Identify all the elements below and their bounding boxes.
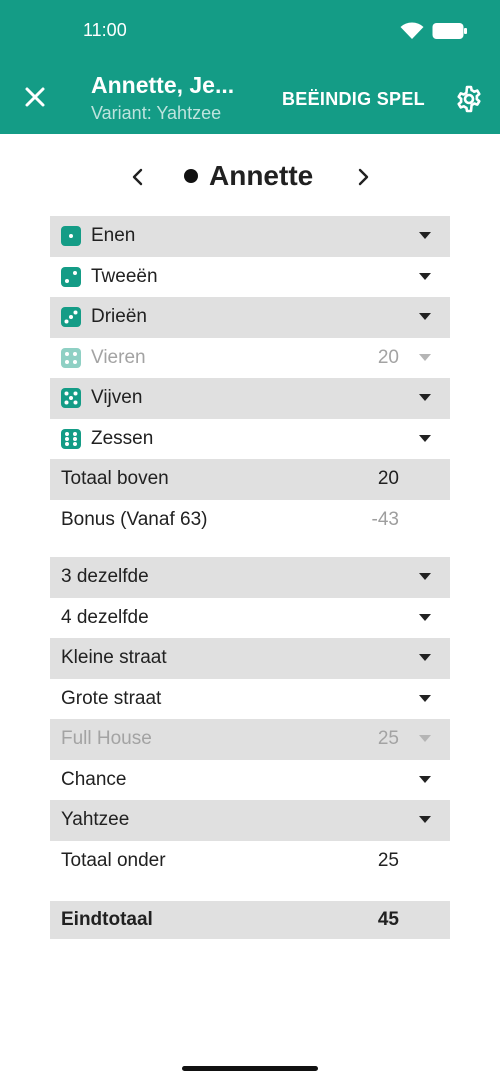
gear-icon[interactable] [455,85,483,113]
row-label: Zessen [91,427,154,449]
grand-total-row: Eindtotaal 45 [50,901,450,939]
dropdown-arrow-icon[interactable] [419,434,431,442]
score-row-chance[interactable]: Chance [50,760,450,801]
score-row-grote-straat[interactable]: Grote straat [50,679,450,720]
score-row-vijven[interactable]: Vijven [50,378,450,419]
score-row-vieren[interactable]: Vieren 20 [50,338,450,379]
score-row-tweeen[interactable]: Tweeën [50,257,450,298]
end-game-button[interactable]: BEËINDIG SPEL [282,89,425,110]
dice-three-icon [61,307,81,328]
bonus-value: -43 [371,508,399,530]
chevron-right-icon[interactable] [350,164,376,190]
wifi-icon [400,22,424,39]
status-time: 11:00 [83,20,127,40]
score-row-4-dezelfde[interactable]: 4 dezelfde [50,598,450,639]
score-row-kleine-straat[interactable]: Kleine straat [50,638,450,679]
dropdown-arrow-icon[interactable] [419,353,431,361]
row-label: Tweeën [91,265,158,287]
row-label: Yahtzee [61,809,130,831]
score-row-drieen[interactable]: Drieën [50,297,450,338]
close-icon[interactable] [20,82,50,112]
battery-icon [432,23,467,39]
grand-total-section: Eindtotaal 45 [50,901,450,939]
row-value: 20 [377,346,399,368]
dice-six-icon [61,428,81,449]
score-row-3-dezelfde[interactable]: 3 dezelfde [50,557,450,598]
player-name: Annette [209,160,314,191]
upper-total-row: Totaal boven 20 [50,459,450,500]
row-value: 25 [377,728,399,750]
app-bar: 11:00 Annette, Je... Variant: Yahtzee BE… [0,0,500,134]
row-label: 4 dezelfde [61,606,149,628]
game-title: Annette, Je... [91,72,235,98]
player-color-dot [184,169,198,183]
home-indicator[interactable] [182,1066,318,1071]
dice-two-icon [61,266,81,287]
row-label: Chance [61,768,127,790]
dropdown-arrow-icon[interactable] [419,816,431,824]
game-variant: Variant: Yahtzee [91,103,222,123]
dropdown-arrow-icon[interactable] [419,613,431,621]
score-row-zessen[interactable]: Zessen [50,419,450,460]
upper-total-value: 20 [377,468,399,490]
dice-five-icon [61,388,81,409]
score-row-enen[interactable]: Enen [50,216,450,257]
score-row-full-house[interactable]: Full House 25 [50,719,450,760]
lower-total-row: Totaal onder 25 [50,841,450,882]
score-row-yahtzee[interactable]: Yahtzee [50,800,450,841]
grand-total-value: 45 [377,909,399,930]
dropdown-arrow-icon[interactable] [419,735,431,743]
chevron-left-icon[interactable] [125,164,151,190]
upper-section: Enen Tweeën Drieën Vieren 20 Vijven Zess… [50,216,450,540]
dropdown-arrow-icon[interactable] [419,654,431,662]
dropdown-arrow-icon[interactable] [419,313,431,321]
row-label: Enen [91,225,136,247]
dropdown-arrow-icon[interactable] [419,272,431,280]
lower-section: 3 dezelfde 4 dezelfde Kleine straat Grot… [50,557,450,881]
row-label: Vijven [91,387,143,409]
row-label: 3 dezelfde [61,566,149,588]
dice-four-icon [61,347,81,368]
status-icons [400,22,468,40]
row-label: Grote straat [61,687,162,709]
dropdown-arrow-icon[interactable] [419,394,431,402]
dropdown-arrow-icon[interactable] [419,232,431,240]
dropdown-arrow-icon[interactable] [419,573,431,581]
bonus-row: Bonus (Vanaf 63) -43 [50,500,450,541]
row-label: Kleine straat [61,647,167,669]
lower-total-value: 25 [377,849,399,871]
dice-one-icon [61,226,81,247]
dropdown-arrow-icon[interactable] [419,775,431,783]
row-label: Drieën [91,306,147,328]
title-block: Annette, Je... Variant: Yahtzee [91,72,234,124]
dropdown-arrow-icon[interactable] [419,694,431,702]
